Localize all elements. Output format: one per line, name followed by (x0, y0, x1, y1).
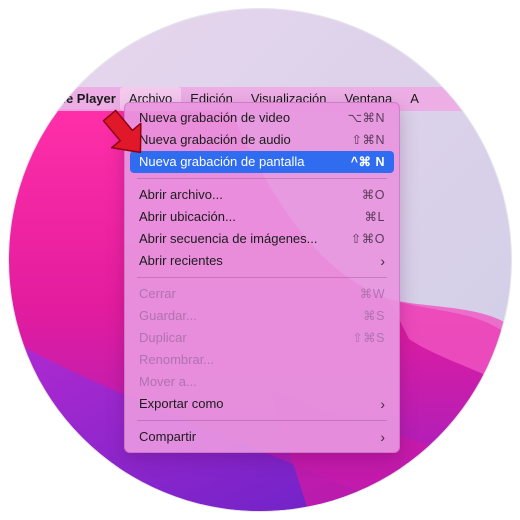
menu-item-label: Compartir (139, 429, 197, 444)
menu-item-label: Cerrar (139, 286, 176, 301)
menu-item-label: Nueva grabación de video (139, 110, 291, 125)
menu-item-open-location[interactable]: Abrir ubicación... ⌘L (130, 206, 394, 228)
menu-separator (137, 277, 387, 278)
menu-item-label: Abrir recientes (139, 253, 223, 268)
menu-item-new-audio-recording[interactable]: Nueva grabación de audio ⇧⌘N (130, 129, 394, 151)
menubar-ayuda[interactable]: A (401, 87, 428, 111)
menu-item-label: Abrir secuencia de imágenes... (139, 231, 318, 246)
menu-separator (137, 420, 387, 421)
menu-separator (137, 178, 387, 179)
menu-item-label: Duplicar (139, 330, 187, 345)
menu-item-label: Mover a... (139, 374, 197, 389)
menu-item-shortcut: ^⌘ N (350, 155, 385, 169)
chevron-right-icon: › (380, 253, 385, 269)
chevron-right-icon: › (380, 429, 385, 445)
menu-item-label: Abrir ubicación... (139, 209, 236, 224)
menu-item-export-as[interactable]: Exportar como › (130, 393, 394, 415)
menu-item-shortcut: ⌥⌘N (347, 111, 385, 125)
menu-item-duplicate: Duplicar ⇧⌘S (130, 327, 394, 349)
menu-item-save: Guardar... ⌘S (130, 305, 394, 327)
menu-item-label: Nueva grabación de pantalla (139, 154, 305, 169)
red-arrow-icon (102, 109, 142, 154)
menu-item-open-image-sequence[interactable]: Abrir secuencia de imágenes... ⇧⌘O (130, 228, 394, 250)
menu-item-label: Exportar como (139, 396, 224, 411)
menu-item-label: Nueva grabación de audio (139, 132, 291, 147)
menu-item-shortcut: ⌘S (363, 309, 385, 323)
menu-item-label: Guardar... (139, 308, 197, 323)
menu-item-new-video-recording[interactable]: Nueva grabación de video ⌥⌘N (130, 107, 394, 129)
archivo-menu: Nueva grabación de video ⌥⌘N Nueva graba… (124, 102, 400, 453)
chevron-right-icon: › (380, 396, 385, 412)
menu-item-shortcut: ⇧⌘O (350, 232, 385, 246)
menu-item-shortcut: ⇧⌘N (351, 133, 385, 147)
menu-item-share[interactable]: Compartir › (130, 426, 394, 448)
menu-item-shortcut: ⌘O (361, 188, 385, 202)
menu-item-new-screen-recording[interactable]: Nueva grabación de pantalla ^⌘ N (130, 151, 394, 173)
menu-item-move-to: Mover a... (130, 371, 394, 393)
menu-item-open-recent[interactable]: Abrir recientes › (130, 250, 394, 272)
menu-item-rename: Renombrar... (130, 349, 394, 371)
menu-item-shortcut: ⌘W (359, 287, 385, 301)
menu-item-label: Renombrar... (139, 352, 215, 367)
menu-item-shortcut: ⇧⌘S (352, 331, 385, 345)
menu-item-label: Abrir archivo... (139, 187, 223, 202)
menu-item-shortcut: ⌘L (364, 210, 385, 224)
menu-item-close: Cerrar ⌘W (130, 283, 394, 305)
menu-item-open-file[interactable]: Abrir archivo... ⌘O (130, 184, 394, 206)
